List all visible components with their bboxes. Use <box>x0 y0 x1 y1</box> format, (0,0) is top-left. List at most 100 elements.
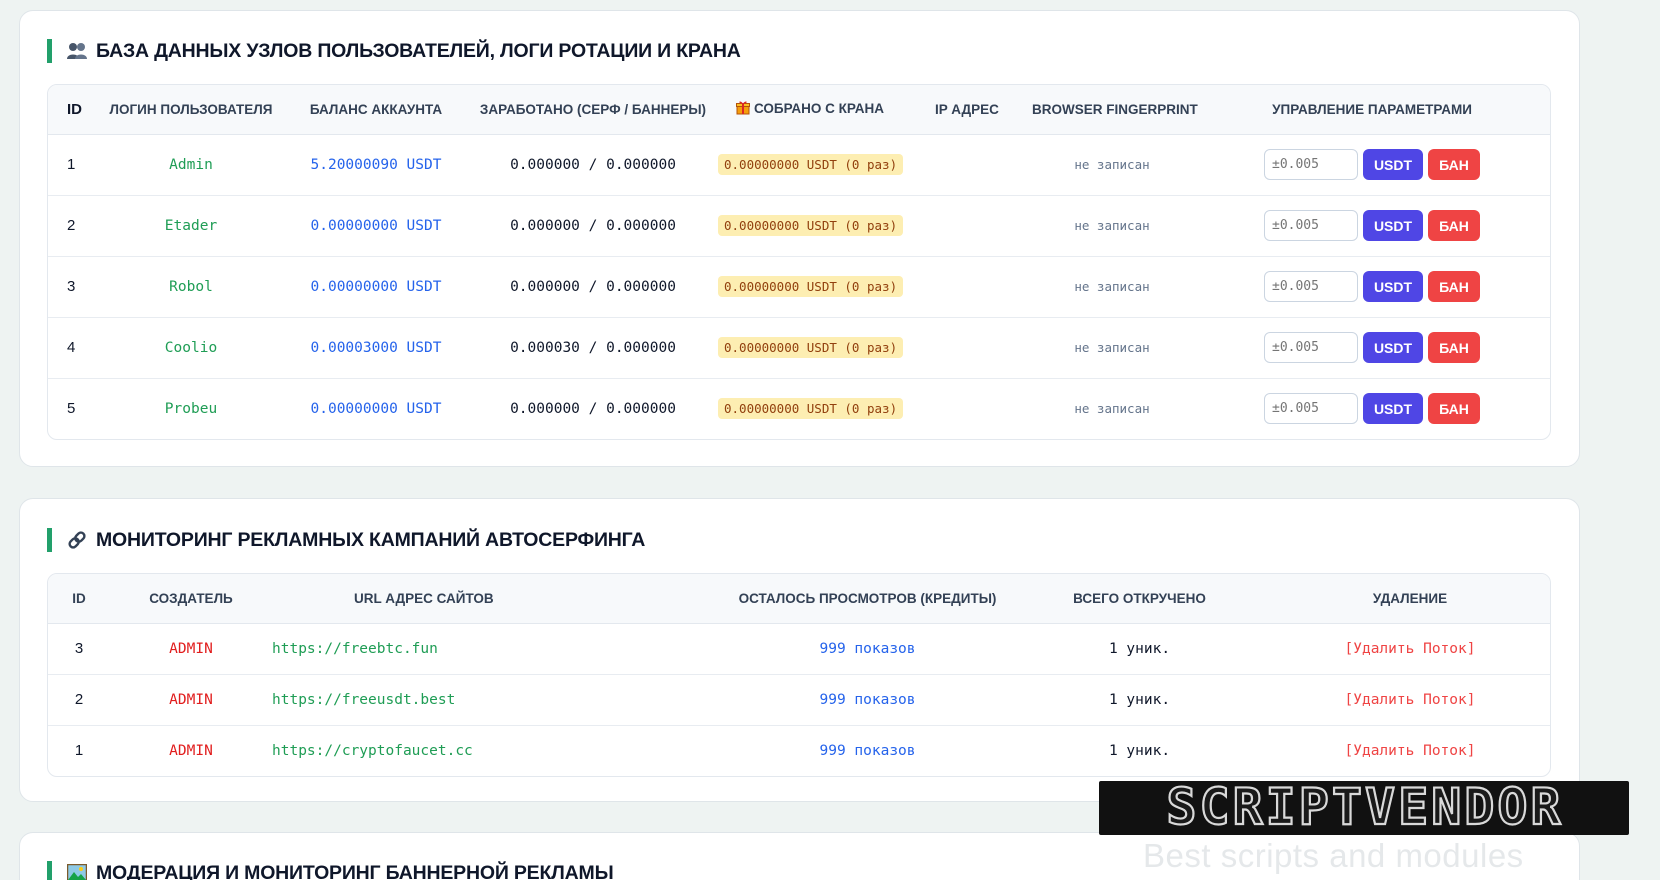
user-login: Coolio <box>98 317 284 379</box>
user-ip <box>902 195 1032 257</box>
campaign-total: 1 уник. <box>1011 674 1268 726</box>
campaign-creator: ADMIN <box>169 742 213 759</box>
user-login: Robol <box>98 256 284 318</box>
col-fingerprint: BROWSER FINGERPRINT <box>1032 85 1198 135</box>
col-balance: БАЛАНС АККАУНТА <box>284 85 468 135</box>
amount-input[interactable] <box>1264 332 1358 363</box>
campaign-url: https://freeusdt.best <box>272 674 724 726</box>
col-delete: УДАЛЕНИЕ <box>1268 574 1550 624</box>
user-balance: 0.00003000 USDT <box>284 317 468 379</box>
col-ip: IP АДРЕС <box>902 85 1032 135</box>
user-faucet-cell: 0.00000000 USDT (0 раз) <box>718 195 904 257</box>
user-balance: 0.00000000 USDT <box>310 400 442 417</box>
usdt-button[interactable]: USDT <box>1363 149 1423 180</box>
user-faucet-cell: 0.00000000 USDT (0 раз) <box>718 317 904 379</box>
svg-text:SCRIPTVENDOR: SCRIPTVENDOR <box>1166 778 1563 836</box>
user-earned: 0.000000 / 0.000000 <box>468 256 718 318</box>
users-section-title-text: БАЗА ДАННЫХ УЗЛОВ ПОЛЬЗОВАТЕЛЕЙ, ЛОГИ РО… <box>96 39 741 62</box>
amount-input[interactable] <box>1264 271 1358 302</box>
user-manage-cell: USDTБАН <box>1192 317 1550 379</box>
user-faucet-cell: 0.00000000 USDT (0 раз) <box>718 134 904 196</box>
user-id: 1 <box>48 134 98 196</box>
ban-button[interactable]: БАН <box>1428 332 1480 363</box>
campaign-url: https://cryptofaucet.cc <box>272 742 473 759</box>
user-faucet-cell: 0.00000000 USDT (0 раз) <box>718 378 904 439</box>
user-controls: USDTБАН <box>1192 271 1550 302</box>
user-earned: 0.000030 / 0.000000 <box>468 317 718 379</box>
user-manage-cell: USDTБАН <box>1192 378 1550 439</box>
campaign-remaining: 999 показов <box>724 674 1011 726</box>
user-login: Admin <box>98 134 284 196</box>
campaign-creator: ADMIN <box>110 674 272 726</box>
amount-input[interactable] <box>1264 210 1358 241</box>
link-icon <box>66 529 88 551</box>
user-id: 3 <box>48 256 98 318</box>
user-id: 5 <box>67 400 76 418</box>
campaign-remaining: 999 показов <box>724 623 1011 675</box>
users-icon <box>66 40 88 62</box>
user-row: 4 Coolio 0.00003000 USDT 0.000030 / 0.00000… <box>48 317 1550 379</box>
user-manage-cell: USDTБАН <box>1192 256 1550 318</box>
ban-button[interactable]: БАН <box>1428 271 1480 302</box>
user-balance: 5.20000090 USDT <box>284 134 468 196</box>
faucet-badge: 0.00000000 USDT (0 раз) <box>718 276 904 297</box>
user-controls: USDTБАН <box>1192 210 1550 241</box>
users-section-title: БАЗА ДАННЫХ УЗЛОВ ПОЛЬЗОВАТЕЛЕЙ, ЛОГИ РО… <box>47 39 741 63</box>
user-login: Probeu <box>164 400 218 417</box>
campaign-total: 1 уник. <box>1108 742 1171 759</box>
ban-button[interactable]: БАН <box>1428 210 1480 241</box>
faucet-badge: 0.00000000 USDT (0 раз) <box>718 215 904 236</box>
campaign-row: 3 ADMIN https://freebtc.fun 999 показов 1 ун… <box>48 623 1550 675</box>
user-manage-cell: USDTБАН <box>1192 134 1550 196</box>
campaign-id: 3 <box>48 623 110 675</box>
banners-section-title-text: МОДЕРАЦИЯ И МОНИТОРИНГ БАННЕРНОЙ РЕКЛАМЫ <box>96 861 614 880</box>
user-balance: 0.00000000 USDT <box>284 195 468 257</box>
delete-stream-link[interactable]: [Удалить Поток] <box>1268 725 1550 776</box>
user-manage-cell: USDTБАН <box>1192 195 1550 257</box>
campaign-id: 2 <box>48 674 110 726</box>
usdt-button[interactable]: USDT <box>1363 271 1423 302</box>
col-total: ВСЕГО ОТКРУЧЕНО <box>1011 574 1268 624</box>
user-row: 3 Robol 0.00000000 USDT 0.000000 / 0.000000… <box>48 256 1550 318</box>
user-ip <box>902 256 1032 318</box>
campaign-id: 1 <box>74 742 84 760</box>
banners-section-title: МОДЕРАЦИЯ И МОНИТОРИНГ БАННЕРНОЙ РЕКЛАМЫ <box>47 861 614 880</box>
watermark: SCRIPTVENDOR Best scripts and modules <box>1095 775 1640 880</box>
campaign-row: 1 ADMIN https://cryptofaucet.cc 999 показов… <box>48 725 1550 776</box>
campaign-creator: ADMIN <box>110 623 272 675</box>
faucet-badge: 0.00000000 USDT (0 раз) <box>718 398 904 420</box>
usdt-button[interactable]: USDT <box>1363 393 1423 425</box>
user-id: 4 <box>48 317 98 379</box>
user-faucet-cell: 0.00000000 USDT (0 раз) <box>718 256 904 318</box>
amount-input[interactable] <box>1264 149 1358 180</box>
faucet-badge: 0.00000000 USDT (0 раз) <box>718 337 904 358</box>
usdt-button[interactable]: USDT <box>1363 332 1423 363</box>
campaigns-section-title: МОНИТОРИНГ РЕКЛАМНЫХ КАМПАНИЙ АВТОСЕРФИН… <box>47 528 645 552</box>
user-balance: 0.00000000 USDT <box>284 256 468 318</box>
ban-button[interactable]: БАН <box>1428 393 1480 425</box>
users-card: БАЗА ДАННЫХ УЗЛОВ ПОЛЬЗОВАТЕЛЕЙ, ЛОГИ РО… <box>19 10 1580 467</box>
ban-button[interactable]: БАН <box>1428 149 1480 180</box>
usdt-button[interactable]: USDT <box>1363 210 1423 241</box>
col-id: ID <box>48 85 98 135</box>
user-row: 2 Etader 0.00000000 USDT 0.000000 / 0.00000… <box>48 195 1550 257</box>
user-fingerprint: не записан <box>1032 256 1192 318</box>
col-manage: УПРАВЛЕНИЕ ПАРАМЕТРАМИ <box>1192 85 1550 135</box>
user-ip <box>902 134 1032 196</box>
user-fingerprint: не записан <box>1032 195 1192 257</box>
user-id: 2 <box>48 195 98 257</box>
col-campaign-id: ID <box>48 574 110 624</box>
delete-stream-link[interactable]: [Удалить Поток] <box>1268 623 1550 675</box>
user-ip <box>902 378 1032 439</box>
watermark-tagline: Best scripts and modules <box>1143 837 1524 874</box>
faucet-badge: 0.00000000 USDT (0 раз) <box>718 154 904 175</box>
col-faucet-label: СОБРАНО С КРАНА <box>754 101 884 117</box>
col-remaining: ОСТАЛОСЬ ПРОСМОТРОВ (КРЕДИТЫ) <box>724 574 1011 624</box>
col-faucet: СОБРАНО С КРАНА <box>718 85 902 135</box>
col-creator: СОЗДАТЕЛЬ <box>110 574 272 624</box>
amount-input[interactable] <box>1264 393 1358 425</box>
campaigns-card: МОНИТОРИНГ РЕКЛАМНЫХ КАМПАНИЙ АВТОСЕРФИН… <box>19 498 1580 802</box>
campaigns-table: ID СОЗДАТЕЛЬ URL АДРЕС САЙТОВ ОСТАЛОСЬ П… <box>47 573 1551 777</box>
user-fingerprint: не записан <box>1032 134 1192 196</box>
delete-stream-link[interactable]: [Удалить Поток] <box>1268 674 1550 726</box>
